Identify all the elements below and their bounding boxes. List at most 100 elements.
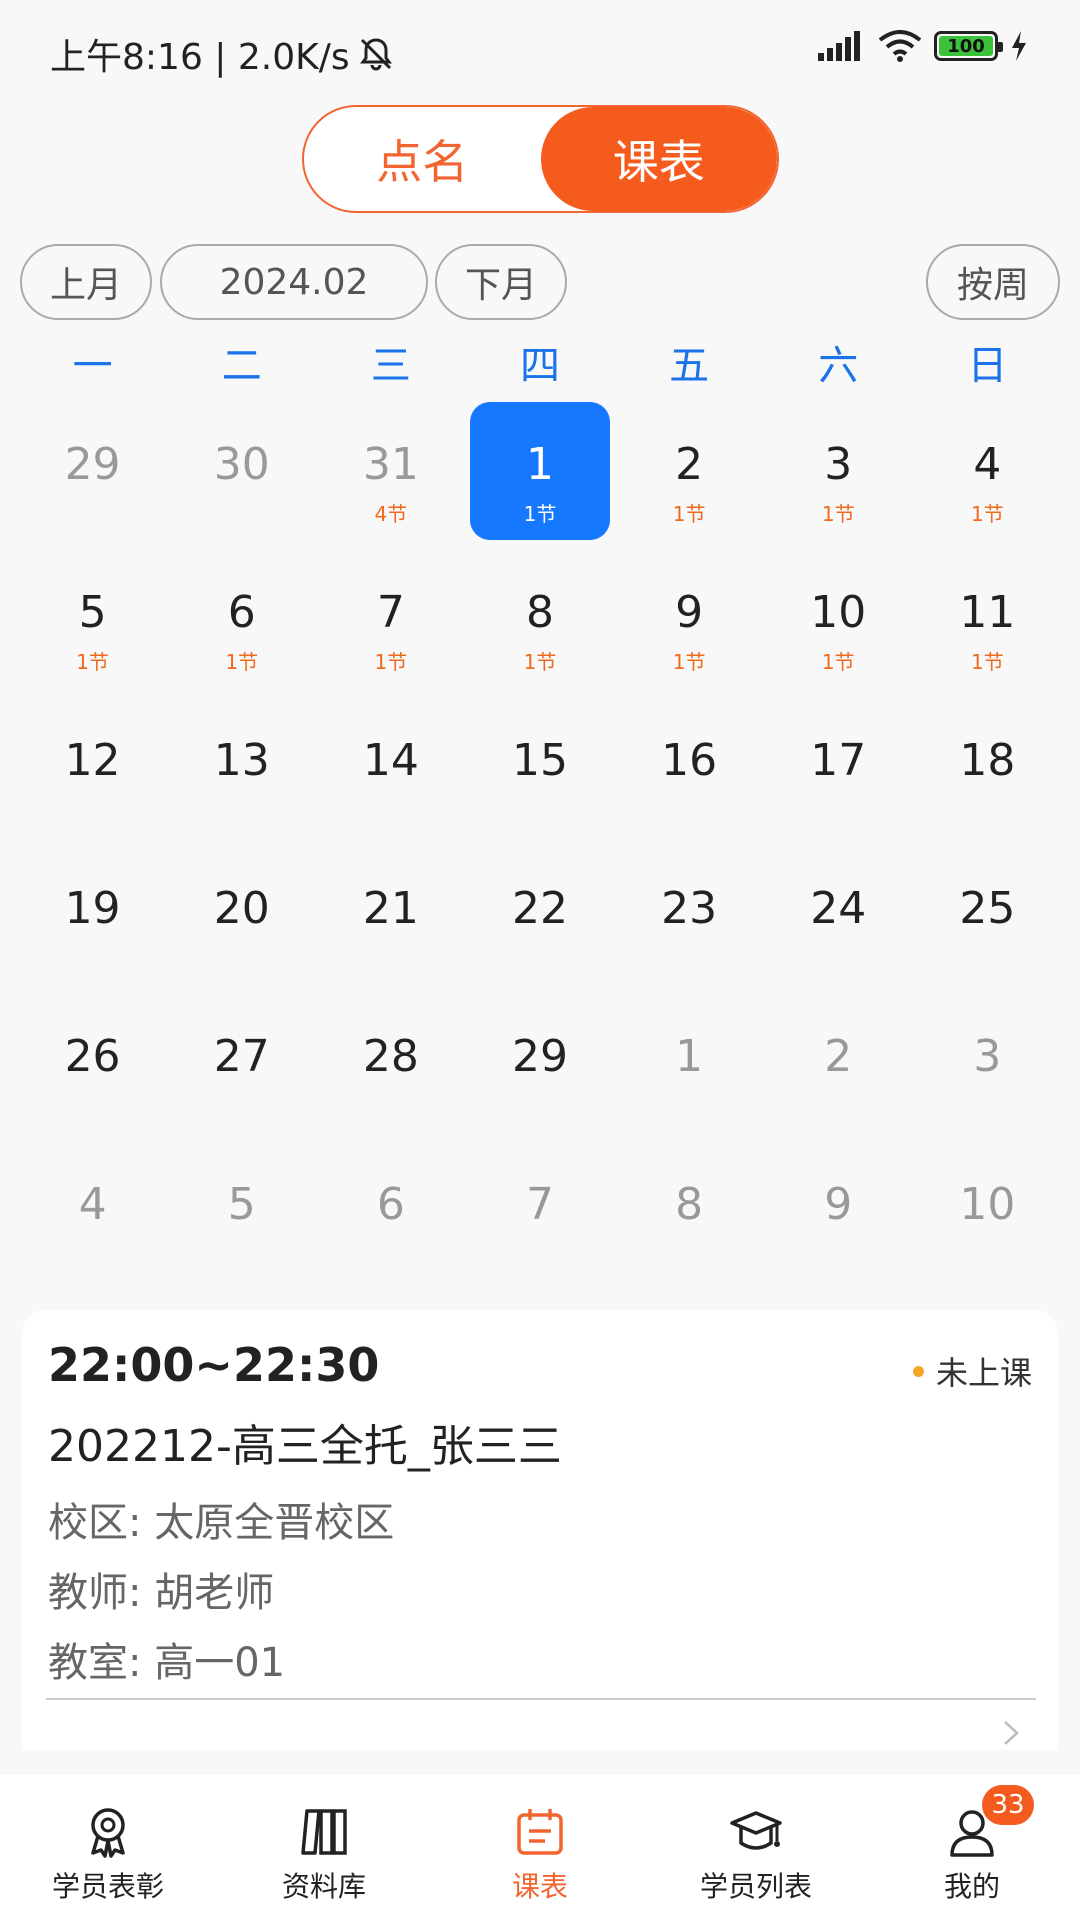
current-month-selector[interactable]: 2024.02 <box>160 244 428 320</box>
calendar-day[interactable]: 18 <box>913 696 1062 844</box>
lesson-count: 1节 <box>374 650 408 674</box>
card-divider <box>46 1698 1036 1700</box>
calendar-day[interactable]: 26 <box>18 992 167 1140</box>
weekday-label: 四 <box>519 343 560 389</box>
nav-item-student-list[interactable]: 学员列表 <box>648 1775 864 1920</box>
day-number: 24 <box>810 883 867 934</box>
campus-value: 太原全晋校区 <box>154 1500 395 1546</box>
calendar-day[interactable]: 27 <box>167 992 316 1140</box>
calendar-day-selected[interactable]: 1 1节 <box>465 400 614 548</box>
calendar-day[interactable]: 30 <box>167 400 316 548</box>
day-number: 22 <box>511 883 568 934</box>
day-number: 1 <box>525 439 554 490</box>
nav-item-library[interactable]: 资料库 <box>216 1775 432 1920</box>
calendar-day[interactable]: 7 1节 <box>316 548 465 696</box>
calendar-day[interactable]: 31 4节 <box>316 400 465 548</box>
library-icon <box>301 1809 347 1855</box>
day-number: 6 <box>376 1179 405 1230</box>
day-number: 10 <box>959 1179 1016 1230</box>
calendar-day[interactable]: 3 1节 <box>764 400 913 548</box>
calendar-day[interactable]: 10 <box>913 1140 1062 1288</box>
status-dot <box>912 1365 924 1377</box>
calendar-day[interactable]: 9 <box>764 1140 913 1288</box>
day-number: 1 <box>675 1031 704 1082</box>
calendar-day[interactable]: 25 <box>913 844 1062 992</box>
calendar-day[interactable]: 29 <box>18 400 167 548</box>
weekday-label: 日 <box>967 343 1008 389</box>
calendar-day[interactable]: 6 <box>316 1140 465 1288</box>
day-number: 19 <box>64 883 121 934</box>
lesson-status: 未上课 <box>912 1348 1032 1394</box>
lesson-count: 1节 <box>76 650 109 674</box>
bottom-nav: 学员表彰 资料库 课表 学员列表 我的 33 <box>0 1775 1080 1920</box>
day-number: 20 <box>213 883 270 934</box>
week-view-button[interactable]: 按周 <box>926 244 1060 320</box>
calendar-day[interactable]: 13 <box>167 696 316 844</box>
calendar-day[interactable]: 1 <box>615 992 764 1140</box>
calendar-day[interactable]: 4 <box>18 1140 167 1288</box>
chevron-right-icon[interactable] <box>1002 1720 1020 1746</box>
calendar-day[interactable]: 29 <box>465 992 614 1140</box>
nav-label: 我的 <box>943 1870 1000 1903</box>
calendar-day[interactable]: 23 <box>615 844 764 992</box>
day-number: 15 <box>511 735 568 786</box>
lesson-count: 1节 <box>971 502 1004 526</box>
calendar-day[interactable]: 15 <box>465 696 614 844</box>
day-number: 13 <box>213 735 270 786</box>
lesson-card[interactable]: 22:00~22:30 未上课 202212-高三全托_张三三 校区: 太原全晋… <box>22 1310 1058 1750</box>
lesson-count: 1节 <box>672 502 706 526</box>
tab-schedule[interactable]: 课表 <box>540 107 777 211</box>
lesson-status-text: 未上课 <box>935 1354 1032 1392</box>
lesson-count: 1节 <box>523 650 557 674</box>
calendar-day[interactable]: 2 1节 <box>615 400 764 548</box>
calendar-day[interactable]: 5 <box>167 1140 316 1288</box>
graduation-cap-icon <box>730 1811 782 1850</box>
day-number: 29 <box>64 439 121 490</box>
day-number: 11 <box>959 587 1016 638</box>
tab-roll-call[interactable]: 点名 <box>304 107 541 211</box>
day-number: 7 <box>376 587 405 638</box>
status-left: 上午8:16 | 2.0K/s <box>50 28 396 80</box>
calendar-day[interactable]: 8 1节 <box>465 548 614 696</box>
calendar-day[interactable]: 21 <box>316 844 465 992</box>
mode-toggle: 点名 课表 <box>302 105 779 213</box>
day-number: 21 <box>362 883 419 934</box>
calendar-day[interactable]: 20 <box>167 844 316 992</box>
status-bar: 上午8:16 | 2.0K/s 100 <box>0 0 1080 100</box>
signal-icon <box>818 31 860 61</box>
nav-item-schedule[interactable]: 课表 <box>432 1775 648 1920</box>
calendar-day[interactable]: 16 <box>615 696 764 844</box>
nav-label: 课表 <box>511 1870 568 1903</box>
day-number: 9 <box>824 1179 853 1230</box>
calendar-day[interactable]: 11 1节 <box>913 548 1062 696</box>
calendar-day[interactable]: 2 <box>764 992 913 1140</box>
day-number: 14 <box>362 735 419 786</box>
prev-month-button[interactable]: 上月 <box>20 244 152 320</box>
day-number: 2 <box>675 439 704 490</box>
nav-item-mine[interactable]: 我的 33 <box>864 1775 1080 1920</box>
calendar-day[interactable]: 3 <box>913 992 1062 1140</box>
award-icon <box>91 1808 125 1858</box>
room-value: 高一01 <box>154 1640 286 1686</box>
calendar-day[interactable]: 9 1节 <box>615 548 764 696</box>
calendar-day[interactable]: 19 <box>18 844 167 992</box>
calendar-day[interactable]: 7 <box>465 1140 614 1288</box>
calendar-day[interactable]: 4 1节 <box>913 400 1062 548</box>
calendar-day[interactable]: 28 <box>316 992 465 1140</box>
class-name: 202212-高三全托_张三三 <box>48 1421 562 1472</box>
calendar-day[interactable]: 8 <box>615 1140 764 1288</box>
calendar-day[interactable]: 10 1节 <box>764 548 913 696</box>
calendar-day[interactable]: 14 <box>316 696 465 844</box>
notification-badge: 33 <box>982 1785 1034 1825</box>
day-number: 18 <box>959 735 1016 786</box>
calendar-day[interactable]: 24 <box>764 844 913 992</box>
lesson-count: 1节 <box>225 650 259 674</box>
calendar-day[interactable]: 5 1节 <box>18 548 167 696</box>
next-month-button[interactable]: 下月 <box>435 244 567 320</box>
calendar-day[interactable]: 17 <box>764 696 913 844</box>
calendar-day[interactable]: 12 <box>18 696 167 844</box>
calendar-day[interactable]: 6 1节 <box>167 548 316 696</box>
nav-item-student-awards[interactable]: 学员表彰 <box>0 1775 216 1920</box>
campus-line: 校区: 太原全晋校区 <box>48 1490 394 1548</box>
calendar-day[interactable]: 22 <box>465 844 614 992</box>
